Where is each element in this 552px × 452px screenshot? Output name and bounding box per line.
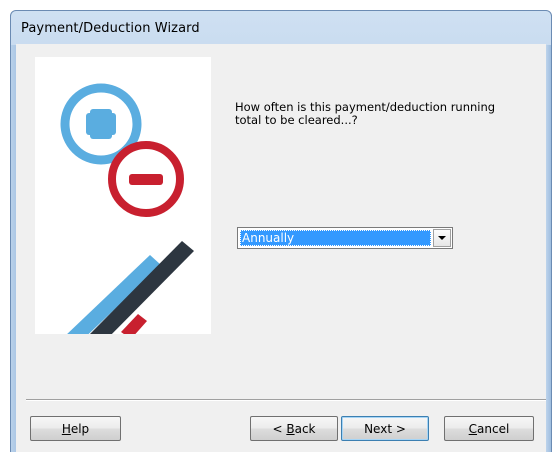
footer-separator bbox=[26, 399, 546, 401]
wizard-illustration bbox=[35, 57, 211, 334]
minus-circle-icon bbox=[108, 141, 184, 217]
help-button[interactable]: Help bbox=[30, 416, 121, 441]
back-button[interactable]: < Back bbox=[250, 416, 338, 441]
decorative-stripes bbox=[67, 241, 194, 334]
clear-frequency-select[interactable]: Annually bbox=[237, 227, 453, 249]
cancel-button[interactable]: Cancel bbox=[444, 416, 534, 441]
wizard-client-area: How often is this payment/deduction runn… bbox=[16, 44, 546, 452]
title-bar[interactable]: Payment/Deduction Wizard bbox=[11, 11, 551, 45]
payment-deduction-graphic bbox=[60, 83, 194, 334]
question-text: How often is this payment/deduction runn… bbox=[235, 100, 496, 127]
clear-frequency-value: Annually bbox=[240, 230, 431, 246]
next-button[interactable]: Next > bbox=[341, 416, 429, 441]
window-title: Payment/Deduction Wizard bbox=[21, 21, 200, 36]
dropdown-button[interactable] bbox=[433, 229, 451, 247]
chevron-down-icon bbox=[438, 236, 446, 240]
